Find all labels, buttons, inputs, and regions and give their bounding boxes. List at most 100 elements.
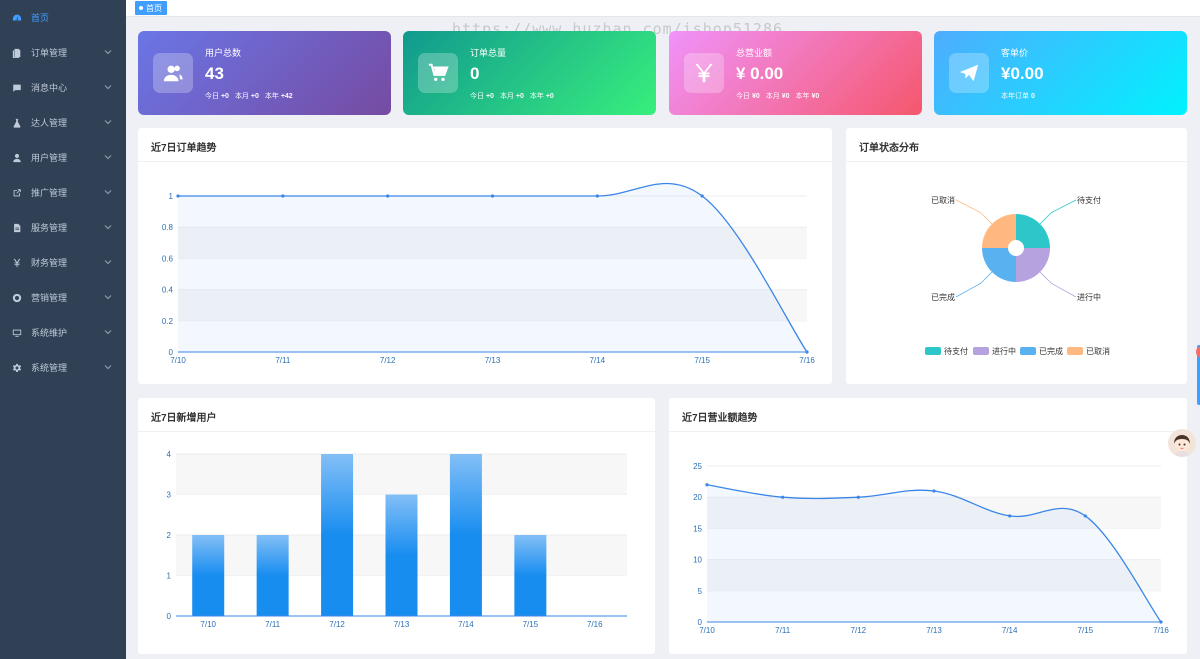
yen-icon: [12, 258, 22, 268]
chevron-down-icon: [104, 363, 112, 371]
order-status-chart: 待支付进行中已完成已取消待支付 进行中 已完成 已取消: [925, 195, 1110, 356]
legend-swatch: [973, 347, 989, 355]
y-tick-label: 0.6: [162, 254, 174, 263]
new-users-panel: 近7日新增用户 0 1 2 3 4 7/10 7/11 7/12 7/13 7/14 7/15 7/1…: [138, 398, 655, 654]
dashboard-icon: [12, 13, 22, 23]
orders-trend-chart: 00.20.40.60.817/10 7/11 7/12 7/13 7/14 7/15 7/…: [162, 182, 815, 365]
grid-band: [176, 454, 627, 495]
data-point: [781, 495, 785, 499]
y-tick-label: 4: [167, 450, 172, 459]
sidebar-item-label: 订单管理: [31, 48, 68, 58]
sidebar-item-label: 营销管理: [31, 293, 68, 303]
stat-sub: 本年订单 0: [1001, 93, 1035, 100]
x-tick-label: 7/16: [587, 620, 603, 629]
sidebar-item-3[interactable]: 达人管理: [0, 105, 126, 140]
x-tick-label: 7/11: [265, 620, 281, 629]
legend-swatch: [1067, 347, 1083, 355]
x-tick-label: 7/13: [926, 626, 942, 635]
bar: [514, 535, 547, 616]
y-tick-label: 5: [698, 587, 703, 596]
pie-label-line: [955, 199, 993, 225]
series-area: [178, 183, 807, 352]
sidebar-item-1[interactable]: 订单管理: [0, 35, 126, 70]
sidebar-item-10[interactable]: 系统管理: [0, 350, 126, 385]
data-point: [1083, 514, 1087, 518]
y-tick-label: 0.2: [162, 317, 174, 326]
chevron-down-icon: [104, 118, 112, 126]
pie-label-line: [1039, 271, 1077, 298]
data-point: [856, 495, 860, 499]
sidebar-item-9[interactable]: 系统维护: [0, 315, 126, 350]
pie-label: 已完成: [931, 292, 955, 302]
x-tick-label: 7/11: [275, 356, 291, 365]
x-tick-label: 7/16: [799, 356, 815, 365]
chevron-down-icon: [104, 223, 112, 231]
x-tick-label: 7/15: [1078, 626, 1094, 635]
avatar[interactable]: [1168, 429, 1196, 457]
sidebar-item-2[interactable]: 消息中心: [0, 70, 126, 105]
sidebar-item-label: 用户管理: [31, 153, 68, 163]
legend-swatch: [1020, 347, 1036, 355]
stat-card-avg-price: 客单价 ¥0.00 本年订单 0: [934, 31, 1187, 115]
sidebar-item-label: 首页: [31, 13, 50, 23]
y-tick-label: 20: [693, 493, 702, 502]
y-tick-label: 10: [693, 556, 702, 565]
chevron-down-icon: [104, 293, 112, 301]
stat-card-revenue: 总营业额 ¥ 0.00 今日 ¥0 本月 ¥0 本年 ¥0: [669, 31, 922, 115]
data-point: [490, 194, 495, 198]
y-tick-label: 3: [167, 491, 172, 500]
sidebar-item-5[interactable]: 推广管理: [0, 175, 126, 210]
x-tick-label: 7/14: [590, 356, 606, 365]
pie-label-line: [955, 271, 993, 298]
order-status-panel: 订单状态分布 待支付 进行中 已完成 已取消 待支付 进行中 已完成 已取消: [846, 128, 1187, 384]
sidebar-item-8[interactable]: 营销管理: [0, 280, 126, 315]
chevron-down-icon: [104, 328, 112, 336]
paper-plane-icon: [949, 53, 989, 93]
x-tick-label: 7/12: [380, 356, 396, 365]
user-icon: [12, 153, 22, 163]
stat-card-orders: 订单总量 0 今日 +0 本月 +0 本年 +0: [403, 31, 656, 115]
bar: [449, 454, 482, 616]
sidebar: 首页订单管理消息中心 达人管理用户管理推广管理服务管理财务管理营销管理系统维护 系统…: [0, 0, 126, 659]
y-tick-label: 1: [167, 572, 172, 581]
donut-hole: [1008, 240, 1024, 256]
cart-icon: [418, 53, 458, 93]
flask-icon: [12, 118, 22, 128]
stat-sub: 今日 +0 本月 +0 本年 +0: [470, 93, 554, 100]
stat-title: 订单总量: [470, 48, 507, 58]
chevron-down-icon: [104, 48, 112, 56]
stat-value: ¥ 0.00: [736, 64, 784, 83]
data-point: [805, 350, 809, 354]
pie-label-line: [1039, 199, 1077, 225]
tag-label: 首页: [146, 3, 162, 13]
tag-home[interactable]: 首页: [135, 1, 167, 15]
pie-label: 进行中: [1077, 292, 1101, 302]
bar: [385, 494, 418, 616]
data-point: [176, 194, 180, 198]
sidebar-item-label: 推广管理: [31, 188, 68, 198]
x-tick-label: 7/13: [485, 356, 501, 365]
sidebar-item-4[interactable]: 用户管理: [0, 140, 126, 175]
file-icon: [12, 223, 22, 233]
x-tick-label: 7/15: [523, 620, 539, 629]
x-tick-label: 7/15: [694, 356, 710, 365]
sidebar-item-6[interactable]: 服务管理: [0, 210, 126, 245]
sidebar-item-7[interactable]: 财务管理: [0, 245, 126, 280]
y-tick-label: 2: [167, 531, 172, 540]
tags-view-bar: 首页: [126, 0, 1200, 17]
y-tick-label: 0.8: [162, 223, 174, 232]
chevron-down-icon: [104, 188, 112, 196]
data-point: [281, 194, 285, 198]
data-point: [1159, 620, 1163, 624]
legend-label: 待支付: [944, 346, 968, 356]
life-ring-icon: [12, 293, 22, 303]
x-tick-label: 7/10: [170, 356, 186, 365]
revenue-trend-chart: 05101520257/10 7/11 7/12 7/13 7/14 7/15 7/16: [693, 462, 1169, 635]
bar: [192, 535, 225, 616]
sidebar-item-0[interactable]: 首页: [0, 0, 126, 35]
y-tick-label: 1: [169, 192, 174, 201]
x-tick-label: 7/10: [699, 626, 715, 635]
pie-label: 已取消: [931, 195, 955, 205]
sidebar-item-label: 财务管理: [31, 258, 68, 268]
stat-value: ¥0.00: [1001, 64, 1044, 83]
